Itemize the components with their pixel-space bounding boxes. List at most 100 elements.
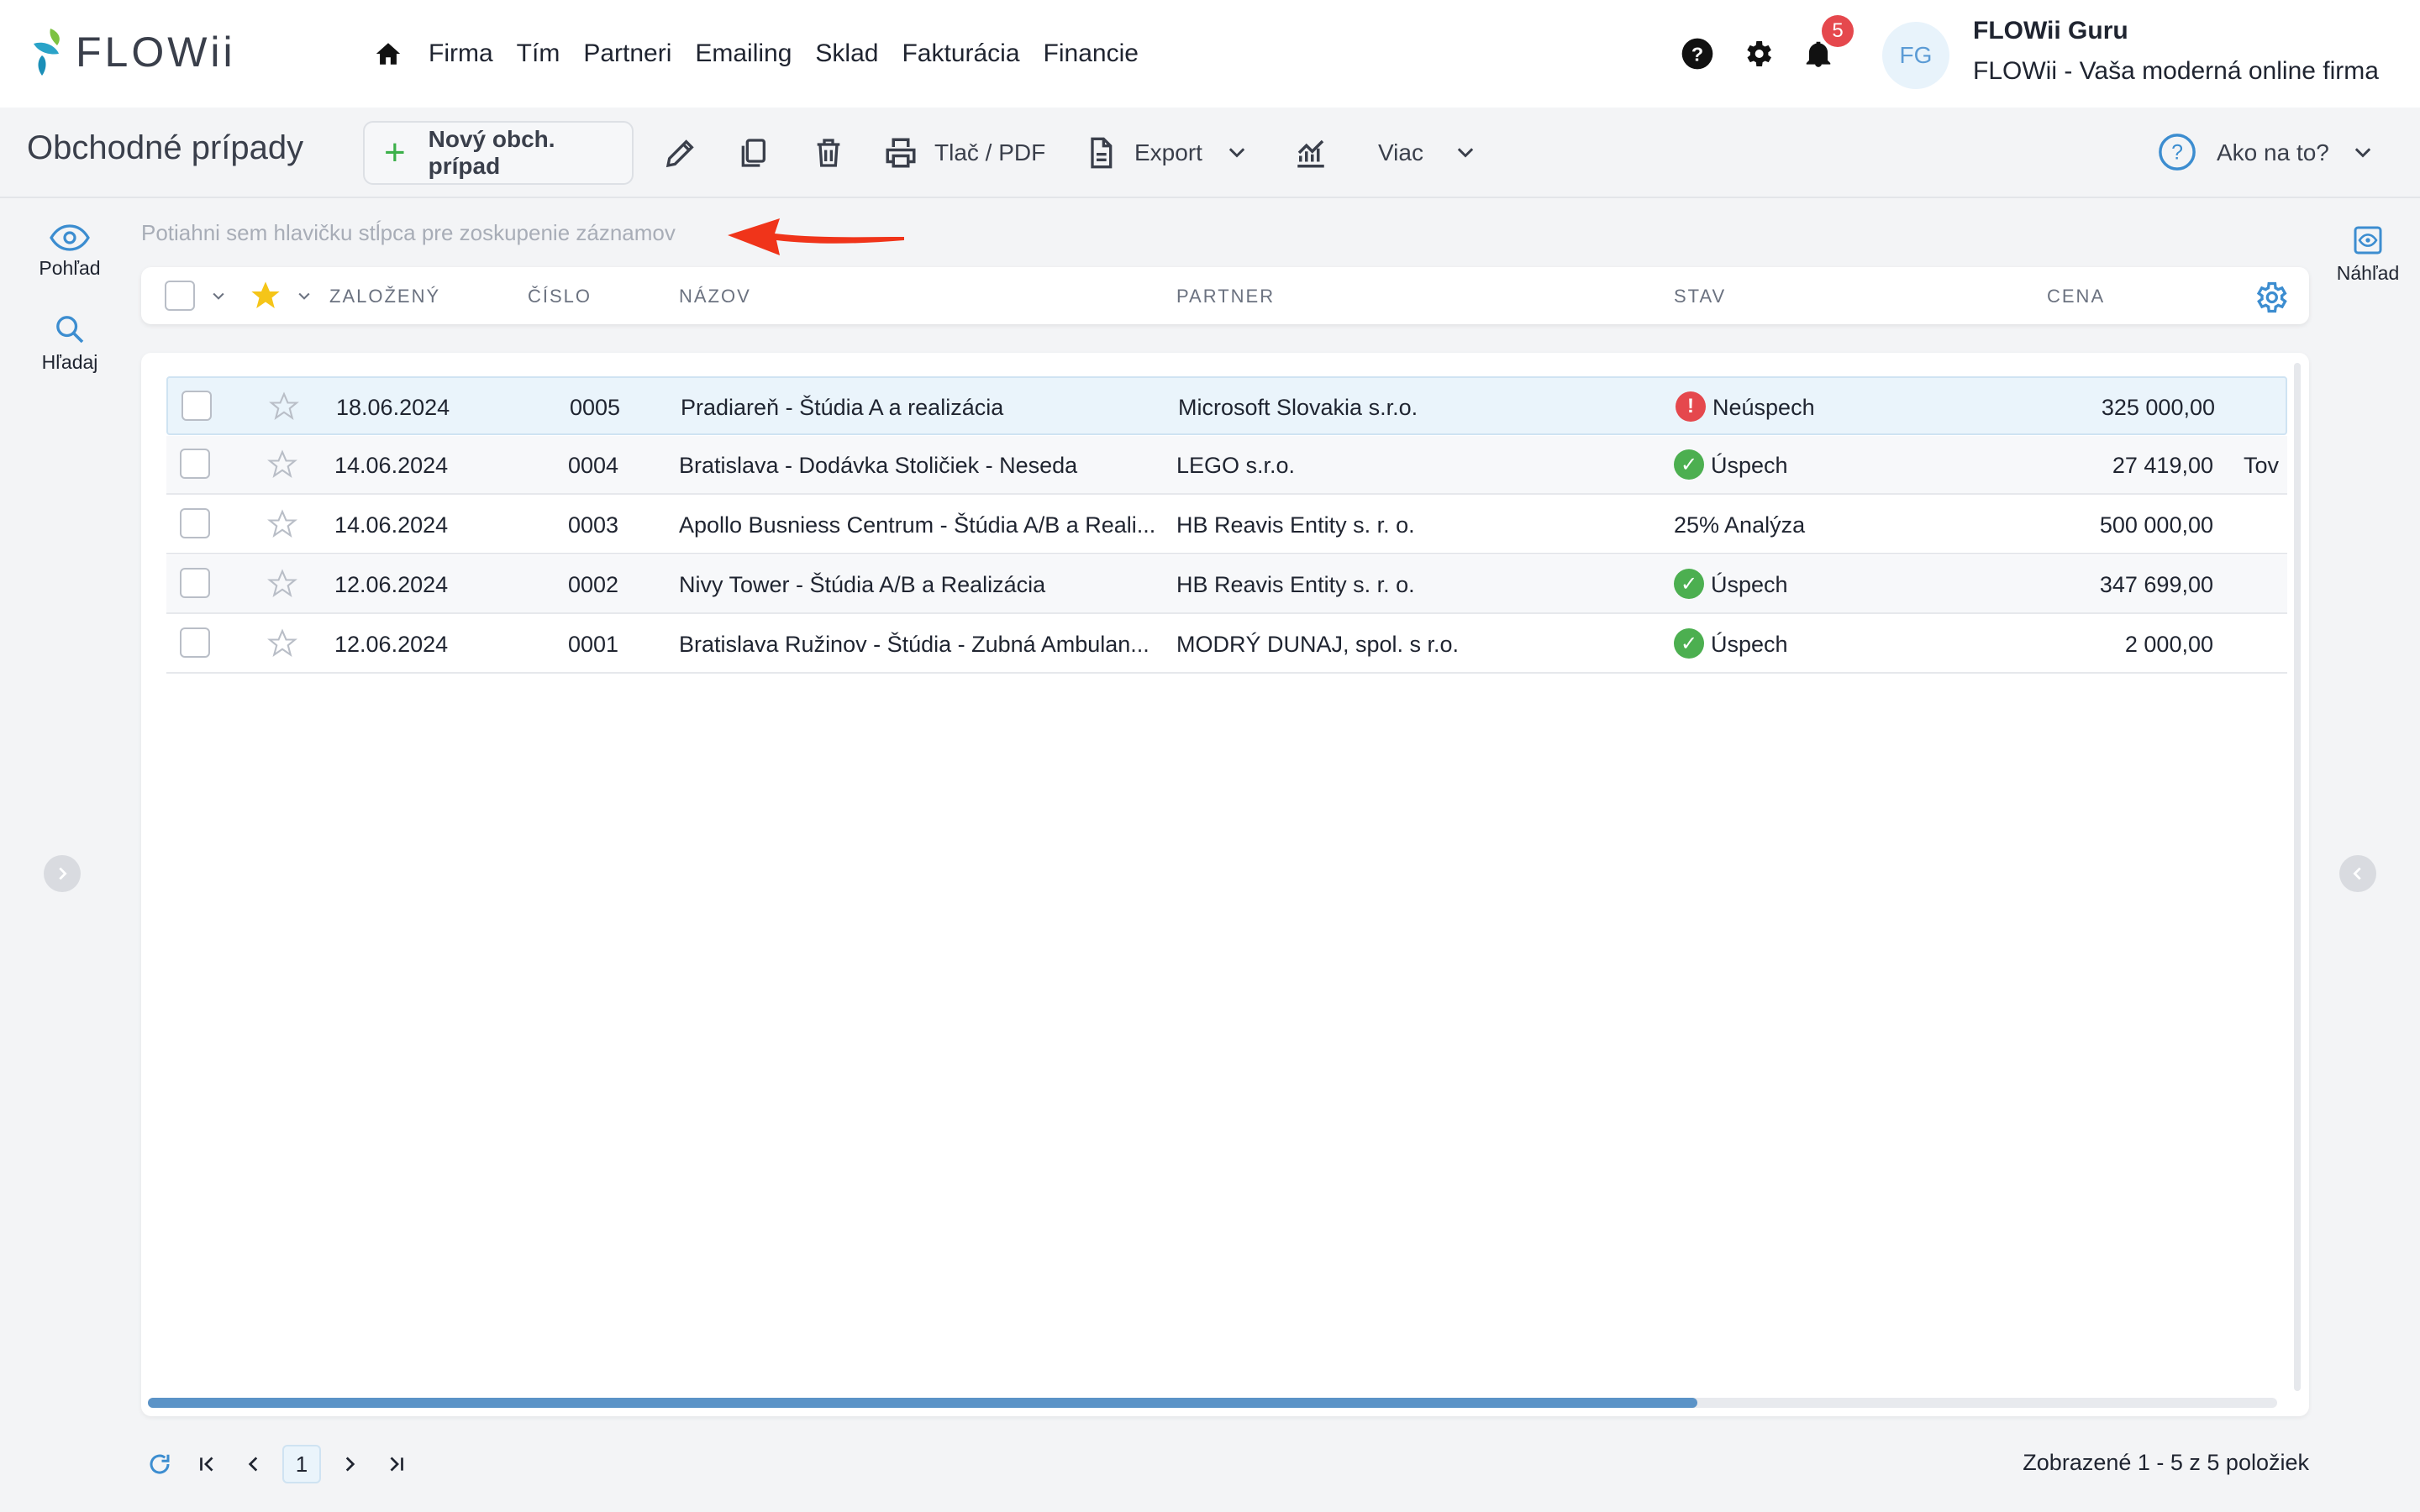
column-header-created[interactable]: ZALOŽENÝ bbox=[329, 286, 440, 307]
home-icon[interactable] bbox=[370, 35, 407, 72]
gear-icon[interactable] bbox=[1738, 34, 1778, 74]
horizontal-scrollbar[interactable] bbox=[148, 1398, 2277, 1408]
cell-name: Bratislava Ružinov - Štúdia - Zubná Ambu… bbox=[679, 632, 1150, 657]
cell-name: Bratislava - Dodávka Stoličiek - Neseda bbox=[679, 453, 1078, 478]
cell-price: 2 000,00 bbox=[2124, 632, 2213, 657]
refresh-icon[interactable] bbox=[141, 1446, 178, 1483]
main-nav: Firma Tím Partneri Emailing Sklad Faktur… bbox=[370, 30, 1162, 77]
table-row[interactable]: 14.06.2024 0004 Bratislava - Dodávka Stoli… bbox=[166, 436, 2287, 495]
cell-status: Úspech bbox=[1711, 453, 1788, 478]
cell-status: Úspech bbox=[1711, 572, 1788, 597]
more-button[interactable]: Viac bbox=[1378, 139, 1423, 166]
row-checkbox[interactable] bbox=[180, 449, 210, 479]
table-row[interactable]: 12.06.2024 0001 Bratislava Ružinov - Štúdi… bbox=[166, 615, 2287, 674]
user-company[interactable]: FLOWii - Vaša moderná online firma bbox=[1973, 57, 2379, 86]
bell-icon[interactable]: 5 bbox=[1798, 15, 1854, 74]
cell-status: Neúspech bbox=[1712, 395, 1815, 420]
group-drop-zone[interactable]: Potiahni sem hlavičku stĺpca pre zoskupe… bbox=[141, 220, 676, 246]
select-chevron-down-icon[interactable] bbox=[210, 287, 227, 304]
cell-price: 27 419,00 bbox=[2112, 453, 2213, 478]
print-pdf-button[interactable]: Tlač / PDF bbox=[934, 139, 1045, 166]
favorite-star-icon[interactable] bbox=[267, 449, 297, 480]
favorite-star-icon[interactable] bbox=[267, 569, 297, 599]
help-icon[interactable]: ? bbox=[1677, 34, 1718, 74]
search-button[interactable]: Hľadaj bbox=[24, 312, 116, 374]
cell-status: Úspech bbox=[1711, 632, 1788, 657]
select-all-checkbox[interactable] bbox=[165, 281, 195, 311]
cell-price: 325 000,00 bbox=[2101, 395, 2215, 420]
cell-created: 18.06.2024 bbox=[336, 395, 450, 420]
table-row[interactable]: 12.06.2024 0002 Nivy Tower - Štúdia A/B a … bbox=[166, 555, 2287, 614]
row-checkbox[interactable] bbox=[180, 508, 210, 538]
document-icon[interactable] bbox=[1081, 133, 1121, 173]
column-settings-gear-icon[interactable] bbox=[2252, 279, 2289, 316]
nav-item-partneri[interactable]: Partneri bbox=[583, 39, 671, 68]
cell-name: Nivy Tower - Štúdia A/B a Realizácia bbox=[679, 572, 1046, 597]
column-header-partner[interactable]: PARTNER bbox=[1176, 286, 1275, 307]
export-button[interactable]: Export bbox=[1134, 139, 1202, 166]
cell-number: 0004 bbox=[568, 453, 619, 478]
column-header-name[interactable]: NÁZOV bbox=[679, 286, 751, 307]
copy-icon[interactable] bbox=[733, 133, 773, 173]
search-icon bbox=[56, 316, 84, 344]
nav-item-financie[interactable]: Financie bbox=[1044, 39, 1139, 68]
plus-icon: + bbox=[383, 132, 406, 173]
expand-right-panel-icon[interactable] bbox=[2339, 855, 2376, 892]
avatar[interactable]: FG bbox=[1882, 22, 1949, 89]
chart-icon[interactable] bbox=[1291, 133, 1331, 173]
column-header-bar: ZALOŽENÝ ČÍSLO NÁZOV PARTNER STAV CENA bbox=[141, 267, 2309, 324]
table-row[interactable]: 14.06.2024 0003 Apollo Busniess Centrum - … bbox=[166, 496, 2287, 554]
first-page-icon[interactable] bbox=[188, 1446, 225, 1483]
pencil-icon[interactable] bbox=[660, 133, 701, 173]
cell-number: 0001 bbox=[568, 632, 619, 657]
toolbar: Obchodné prípady + Nový obch. prípad Tla… bbox=[0, 108, 2420, 198]
favorite-star-icon[interactable] bbox=[267, 628, 297, 659]
last-page-icon[interactable] bbox=[378, 1446, 415, 1483]
row-checkbox[interactable] bbox=[182, 391, 212, 421]
cell-price: 347 699,00 bbox=[2099, 572, 2213, 597]
expand-left-panel-icon[interactable] bbox=[44, 855, 81, 892]
view-button[interactable]: Pohľad bbox=[24, 223, 116, 280]
favorite-star-icon[interactable] bbox=[269, 391, 299, 422]
row-checkbox[interactable] bbox=[180, 568, 210, 598]
row-checkbox[interactable] bbox=[180, 627, 210, 658]
next-page-icon[interactable] bbox=[331, 1446, 368, 1483]
cell-created: 12.06.2024 bbox=[334, 632, 449, 657]
notification-badge: 5 bbox=[1822, 15, 1854, 47]
flowii-logo[interactable]: FLOWii bbox=[25, 25, 236, 79]
favorite-star-icon[interactable] bbox=[267, 509, 297, 539]
new-deal-button[interactable]: + Nový obch. prípad bbox=[363, 121, 634, 185]
nav-item-sklad[interactable]: Sklad bbox=[815, 39, 878, 68]
column-header-price[interactable]: CENA bbox=[2047, 286, 2105, 307]
preview-button[interactable]: Náhľad bbox=[2329, 223, 2407, 285]
current-page[interactable]: 1 bbox=[282, 1445, 321, 1483]
nav-item-fakturacia[interactable]: Fakturácia bbox=[902, 39, 1019, 68]
table-row[interactable]: 18.06.2024 0005 Pradiareň - Štúdia A a rea… bbox=[166, 376, 2287, 435]
pager-info: Zobrazené 1 - 5 z 5 položiek bbox=[2023, 1450, 2309, 1475]
help-chevron-down-icon[interactable] bbox=[2343, 133, 2383, 173]
chevron-down-icon[interactable] bbox=[1217, 133, 1257, 173]
cell-number: 0002 bbox=[568, 572, 619, 597]
nav-item-tim[interactable]: Tím bbox=[517, 39, 560, 68]
star-chevron-down-icon[interactable] bbox=[296, 287, 313, 304]
prev-page-icon[interactable] bbox=[235, 1446, 272, 1483]
cell-partner: Microsoft Slovakia s.r.o. bbox=[1178, 395, 1418, 420]
nav-item-emailing[interactable]: Emailing bbox=[695, 39, 792, 68]
user-name[interactable]: FLOWii Guru bbox=[1973, 17, 2128, 45]
failure-alert-icon: ! bbox=[1676, 391, 1706, 422]
cell-number: 0005 bbox=[570, 395, 621, 420]
view-label: Pohľad bbox=[39, 257, 101, 279]
trash-icon[interactable] bbox=[808, 133, 849, 173]
vertical-scrollbar[interactable] bbox=[2294, 363, 2301, 1391]
column-header-number[interactable]: ČÍSLO bbox=[528, 286, 592, 307]
horizontal-scrollbar-thumb[interactable] bbox=[148, 1398, 1697, 1408]
question-circle-icon[interactable]: ? bbox=[2158, 133, 2196, 171]
cell-partner: MODRÝ DUNAJ, spol. s r.o. bbox=[1176, 632, 1460, 657]
cell-created: 12.06.2024 bbox=[334, 572, 449, 597]
how-to-button[interactable]: Ako na to? bbox=[2217, 139, 2329, 166]
column-header-status[interactable]: STAV bbox=[1674, 286, 1726, 307]
printer-icon[interactable] bbox=[881, 133, 921, 173]
star-filter-icon[interactable] bbox=[249, 279, 282, 312]
nav-item-firma[interactable]: Firma bbox=[429, 39, 493, 68]
more-chevron-down-icon[interactable] bbox=[1445, 133, 1486, 173]
